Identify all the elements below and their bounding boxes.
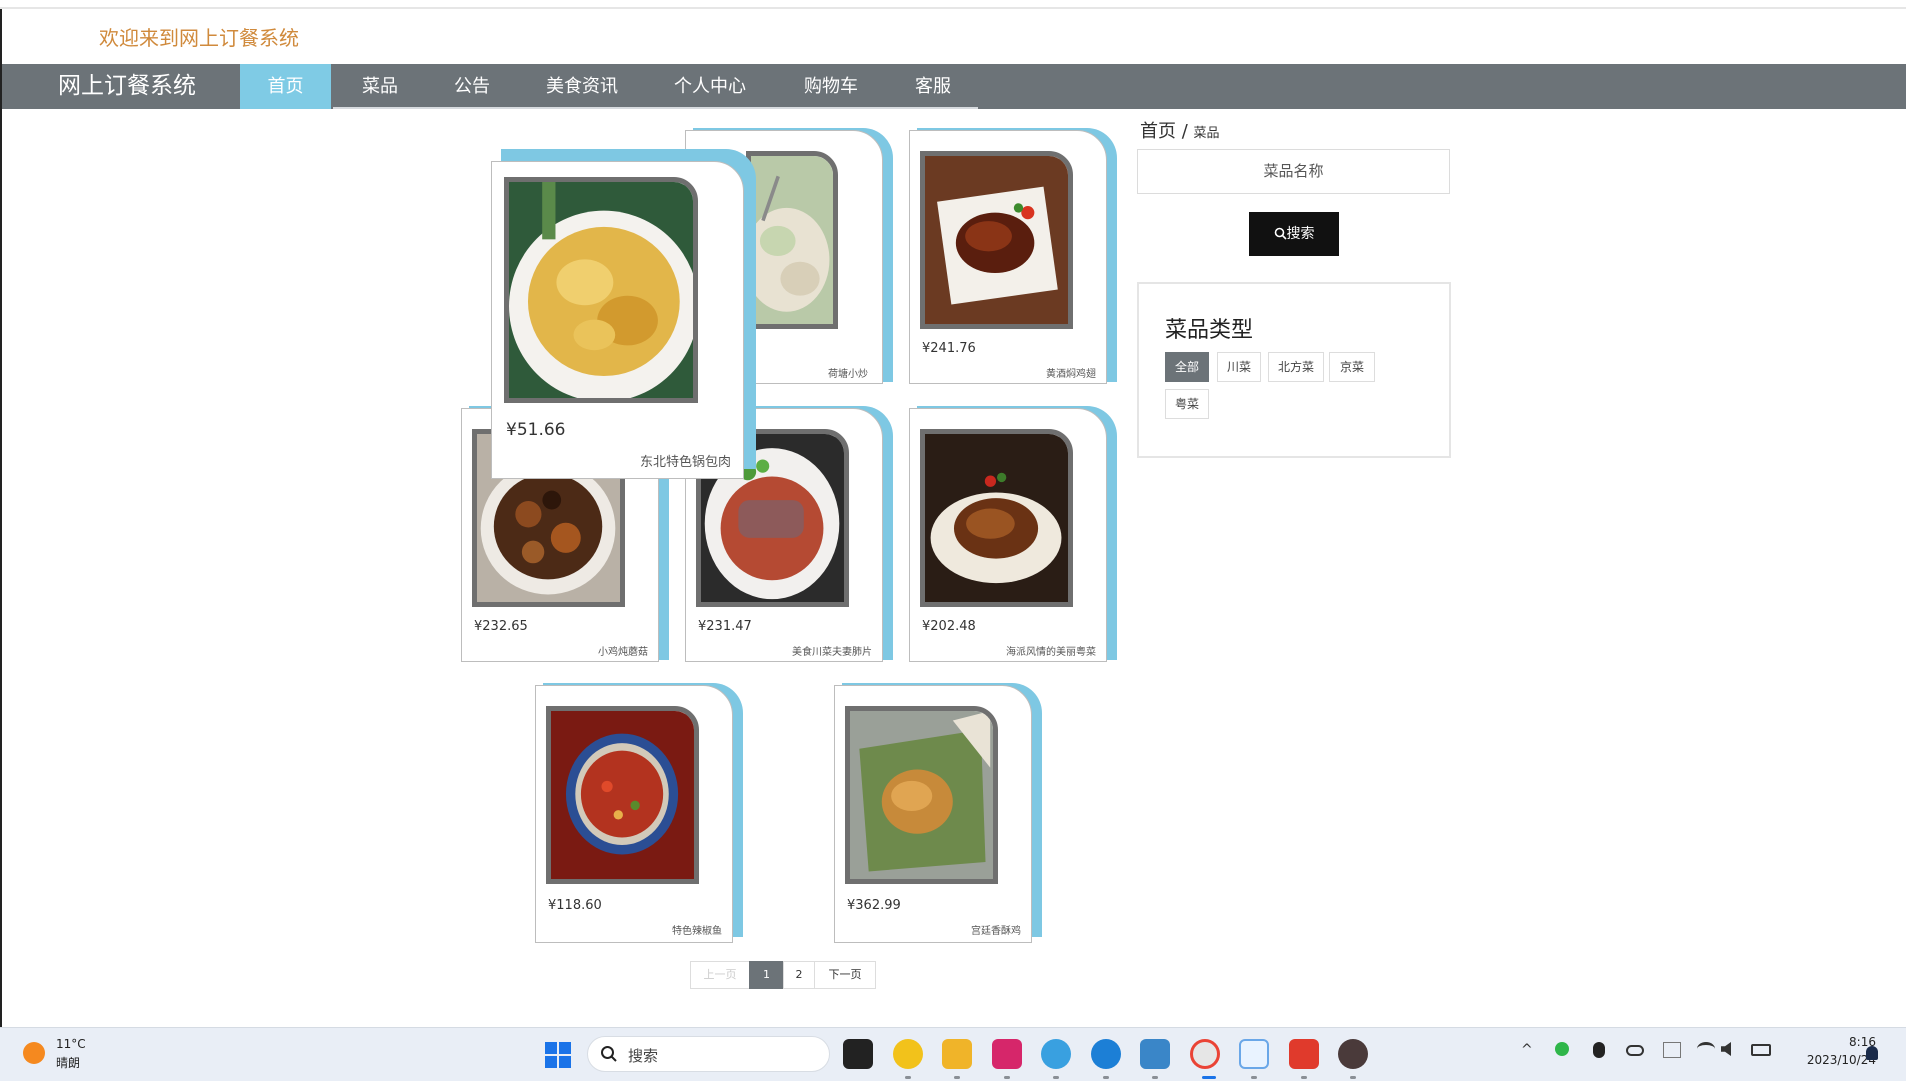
wifi-icon[interactable] — [1697, 1042, 1715, 1056]
task-view-icon[interactable] — [843, 1039, 873, 1069]
dish-image-lotus-stir-fry[interactable] — [746, 151, 838, 329]
dish-price: ¥51.66 — [506, 420, 566, 440]
search-button[interactable]: 搜索 — [1249, 212, 1339, 256]
dish-image-crispy-chicken[interactable] — [845, 706, 998, 884]
onedrive-icon[interactable] — [1626, 1045, 1644, 1056]
search-icon — [601, 1046, 617, 1062]
taskbar-search[interactable]: 搜索 — [587, 1036, 830, 1072]
dish-price: ¥232.65 — [474, 619, 528, 634]
nav-underline — [333, 107, 978, 109]
dish-name: 小鸡炖蘑菇 — [598, 647, 648, 658]
battery-icon[interactable] — [1751, 1044, 1771, 1056]
browser-top-border — [0, 0, 1906, 9]
chrome-browser-icon[interactable] — [1190, 1039, 1220, 1069]
weather-temperature: 11°C — [56, 1037, 86, 1051]
main-navbar: 网上订餐系统 首页 菜品 公告 美食资讯 个人中心 购物车 客服 — [2, 64, 1906, 109]
nav-item-dishes[interactable]: 菜品 — [335, 64, 425, 109]
dish-image-guobaorou[interactable] — [504, 177, 698, 403]
breadcrumb-separator: / — [1181, 121, 1188, 142]
chevron-up-icon[interactable]: ^ — [1521, 1042, 1533, 1058]
app-icon[interactable] — [1041, 1039, 1071, 1069]
nav-item-notices[interactable]: 公告 — [426, 64, 518, 109]
pagination: 上一页 1 2 下一页 — [690, 961, 876, 989]
dish-name: 宫廷香酥鸡 — [971, 926, 1021, 937]
dish-price: ¥362.99 — [847, 898, 901, 913]
nav-item-food-news[interactable]: 美食资讯 — [519, 64, 645, 109]
breadcrumb-current: 菜品 — [1193, 126, 1220, 141]
category-cantonese[interactable]: 粤菜 — [1165, 389, 1209, 419]
category-panel-title: 菜品类型 — [1165, 318, 1254, 343]
nav-item-home[interactable]: 首页 — [240, 64, 331, 109]
intellij-idea-icon[interactable] — [992, 1039, 1022, 1069]
category-all[interactable]: 全部 — [1165, 352, 1209, 382]
app-icon[interactable] — [1239, 1039, 1269, 1069]
dish-price: ¥202.48 — [922, 619, 976, 634]
dish-name: 海派风情的美丽粤菜 — [1006, 647, 1096, 658]
notepad-icon[interactable] — [1140, 1039, 1170, 1069]
dish-name: 荷塘小炒 — [828, 369, 868, 380]
search-button-label: 搜索 — [1286, 226, 1315, 242]
pagination-page-1[interactable]: 1 — [749, 961, 784, 989]
sun-icon[interactable] — [23, 1042, 45, 1064]
nav-item-service[interactable]: 客服 — [888, 64, 978, 109]
app-icon[interactable] — [1338, 1039, 1368, 1069]
app-icon[interactable] — [893, 1039, 923, 1069]
taskbar-search-label: 搜索 — [628, 1047, 659, 1065]
qq-tray-icon[interactable] — [1593, 1042, 1605, 1058]
dish-price: ¥241.76 — [922, 341, 976, 356]
edge-browser-icon[interactable] — [1091, 1039, 1121, 1069]
keyboard-icon[interactable] — [1663, 1042, 1681, 1058]
pagination-page-2[interactable]: 2 — [783, 961, 815, 989]
dish-name: 特色辣椒鱼 — [672, 926, 722, 937]
pagination-next[interactable]: 下一页 — [814, 961, 876, 989]
dish-image-wine-chicken-wings[interactable] — [920, 151, 1073, 329]
welcome-text: 欢迎来到网上订餐系统 — [99, 26, 299, 50]
window-edge — [0, 9, 2, 1027]
wechat-tray-icon[interactable] — [1555, 1042, 1569, 1056]
breadcrumb: 首页 / 菜品 — [1140, 117, 1220, 143]
clock-date[interactable]: 2023/10/24 — [1786, 1053, 1876, 1067]
dish-search-input[interactable]: 菜品名称 — [1137, 149, 1450, 194]
dish-price: ¥118.60 — [548, 898, 602, 913]
dish-name: 美食川菜夫妻肺片 — [792, 647, 872, 658]
nav-item-profile[interactable]: 个人中心 — [646, 64, 774, 109]
category-beijing[interactable]: 京菜 — [1329, 352, 1375, 382]
category-northern[interactable]: 北方菜 — [1268, 352, 1324, 382]
category-panel: 菜品类型 全部 川菜 北方菜 京菜 粤菜 — [1137, 282, 1451, 458]
weather-description: 晴朗 — [56, 1056, 81, 1070]
site-brand[interactable]: 网上订餐系统 — [58, 64, 196, 109]
dish-name: 东北特色锅包肉 — [639, 455, 731, 470]
windows-start-icon[interactable] — [545, 1042, 571, 1068]
windows-taskbar: 11°C 晴朗 搜索 ^ 8:16 2023/10/24 — [0, 1027, 1906, 1081]
file-explorer-icon[interactable] — [942, 1039, 972, 1069]
pagination-prev[interactable]: 上一页 — [690, 961, 750, 989]
dish-price: ¥231.47 — [698, 619, 752, 634]
dish-image-spicy-fish[interactable] — [546, 706, 699, 884]
notification-bell-icon[interactable] — [1866, 1046, 1878, 1060]
volume-icon[interactable] — [1721, 1042, 1731, 1056]
dish-image-cantonese-dish[interactable] — [920, 429, 1073, 607]
wps-office-icon[interactable] — [1289, 1039, 1319, 1069]
dish-name: 黄酒焖鸡翅 — [1046, 369, 1096, 380]
nav-item-cart[interactable]: 购物车 — [775, 64, 887, 109]
breadcrumb-home[interactable]: 首页 — [1140, 121, 1176, 142]
search-icon — [1274, 227, 1287, 240]
category-sichuan[interactable]: 川菜 — [1217, 352, 1261, 382]
